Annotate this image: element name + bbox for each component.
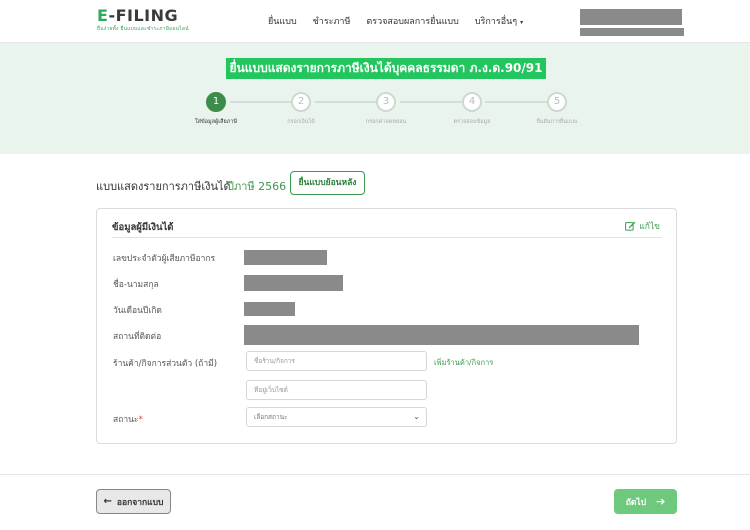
shop-name-input[interactable]: ชื่อร้าน/กิจการ [246, 351, 427, 371]
website-input[interactable]: ที่อยู่เว็บไซต์ [246, 380, 427, 400]
status-label-text: สถานะ [113, 415, 139, 425]
name-label: ชื่อ-นามสกุล [113, 280, 159, 290]
page-title: ยื่นแบบแสดงรายการภาษีเงินได้บุคคลธรรมดา … [226, 58, 546, 79]
nav-pay-tax[interactable]: ชำระภาษี [313, 14, 351, 28]
status-label: สถานะ* [113, 412, 143, 426]
arrow-left-icon: ← [103, 496, 112, 507]
step-number: 1 [206, 92, 226, 112]
required-mark: * [138, 415, 143, 425]
form-banner: ยื่นแบบแสดงรายการภาษีเงินได้บุคคลธรรมดา … [0, 43, 750, 154]
taxpayer-info-card: ข้อมูลผู้มีเงินได้ แก้ไข เลขประจำตัวผู้เ… [96, 208, 677, 444]
step-1: 1 ใส่ข้อมูลผู้เสียภาษี [171, 92, 261, 126]
caret-down-icon: ▾ [520, 19, 524, 26]
user-info-redacted [580, 28, 684, 36]
address-label: สถานที่ติดต่อ [113, 332, 162, 342]
nav-other-services[interactable]: บริการอื่นๆ ▾ [475, 14, 523, 28]
next-label: ถัดไป [625, 497, 647, 508]
shop-label: ร้านค้า/กิจการส่วนตัว (ถ้ามี) [113, 359, 218, 369]
exit-form-button[interactable]: ← ออกจากแบบ [96, 489, 171, 514]
efiling-logo[interactable]: E-FILING ยื่นง่ายทั้ง ยื่นแบบและชำระภาษี… [97, 8, 189, 33]
step-3: 3 กรอกค่าลดหย่อน [341, 92, 431, 126]
arrow-right-icon: ➔ [656, 495, 666, 508]
logo-filing: -FILING [108, 6, 179, 25]
step-number: 4 [462, 92, 482, 112]
form-section-title: แบบแสดงรายการภาษีเงินได้ [96, 180, 231, 193]
form-footer: ← ออกจากแบบ ถัดไป ➔ [0, 474, 750, 530]
name-value-redacted [244, 275, 343, 291]
nav-check-status[interactable]: ตรวจสอบผลการยื่นแบบ [366, 14, 458, 28]
status-select-value: เลือกสถานะ [254, 413, 288, 421]
step-2: 2 กรอกเงินได้ [256, 92, 346, 126]
status-select[interactable]: เลือกสถานะ ⌄ [246, 407, 427, 427]
main-nav: ยื่นแบบ ชำระภาษี ตรวจสอบผลการยื่นแบบ บริ… [268, 14, 539, 28]
logo-tagline: ยื่นง่ายทั้ง ยื่นแบบและชำระภาษีออนไลน์ [97, 26, 189, 32]
top-header: E-FILING ยื่นง่ายทั้ง ยื่นแบบและชำระภาษี… [0, 0, 750, 43]
tax-id-value-redacted [244, 250, 327, 265]
tax-id-label: เลขประจำตัวผู้เสียภาษีอากร [113, 254, 216, 264]
edit-icon [625, 221, 636, 231]
file-backdated-button[interactable]: ยื่นแบบย้อนหลัง [290, 171, 365, 195]
birthdate-value-redacted [244, 302, 295, 316]
exit-form-label: ออกจากแบบ [116, 497, 164, 508]
step-4: 4 ตรวจสอบข้อมูล [427, 92, 517, 126]
edit-button[interactable]: แก้ไข [625, 219, 660, 233]
add-shop-link[interactable]: เพิ่มร้านค้า/กิจการ [434, 357, 493, 369]
birthdate-label: วันเดือนปีเกิด [113, 306, 162, 316]
step-5: 5 ยืนยันการยื่นแบบ [512, 92, 602, 126]
card-divider [112, 237, 662, 238]
user-name-redacted[interactable] [580, 9, 682, 25]
chevron-down-icon: ⌄ [413, 412, 420, 421]
step-label: ตรวจสอบข้อมูล [453, 119, 491, 125]
step-number: 5 [547, 92, 567, 112]
tax-year: ปีภาษี 2566 [227, 180, 287, 193]
step-number: 2 [291, 92, 311, 112]
step-label: กรอกเงินได้ [287, 119, 315, 125]
next-button[interactable]: ถัดไป ➔ [614, 489, 677, 514]
step-label: ยืนยันการยื่นแบบ [536, 119, 578, 125]
card-title: ข้อมูลผู้มีเงินได้ [112, 222, 174, 233]
edit-label: แก้ไข [639, 222, 660, 232]
step-label: ใส่ข้อมูลผู้เสียภาษี [194, 119, 238, 125]
nav-other-services-label: บริการอื่นๆ [474, 17, 518, 27]
step-label: กรอกค่าลดหย่อน [365, 119, 407, 125]
logo-text: E-FILING [97, 8, 189, 24]
address-value-redacted [244, 325, 639, 345]
step-number: 3 [376, 92, 396, 112]
nav-file-return[interactable]: ยื่นแบบ [268, 14, 297, 28]
logo-e: E [97, 6, 109, 25]
